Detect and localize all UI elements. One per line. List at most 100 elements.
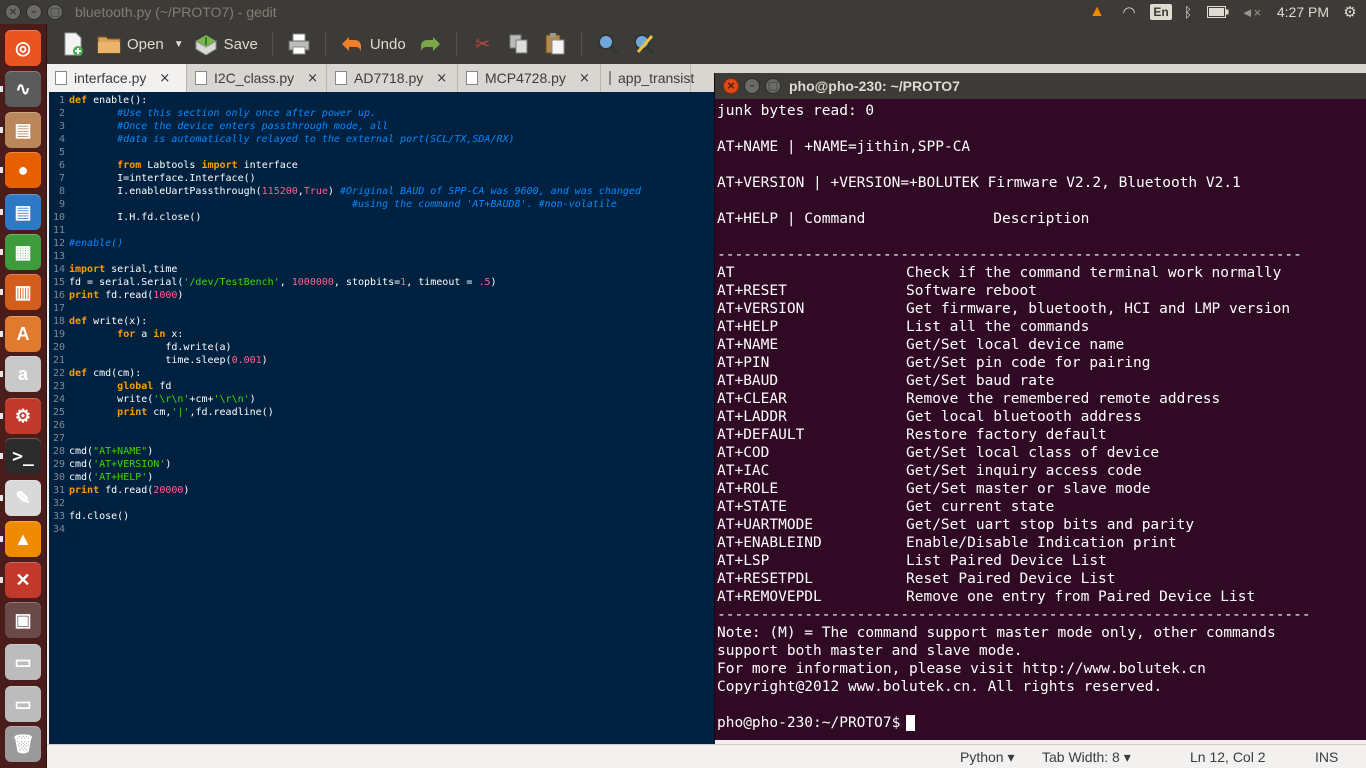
undo-button[interactable]: Undo	[334, 27, 412, 61]
find-replace-button[interactable]	[626, 27, 662, 61]
terminal-line: AT+LSP List Paired Device List	[717, 552, 1107, 570]
command-name: AT+RESET	[717, 283, 787, 299]
code-token: , stopbits=	[333, 277, 401, 288]
code-token: def	[69, 316, 88, 327]
trash-icon[interactable]: 🗑	[5, 726, 41, 762]
language-selector[interactable]: Python ▾	[960, 749, 1015, 766]
line-number: 31	[52, 485, 65, 496]
tab-3[interactable]: AD7718.py ×	[327, 64, 458, 92]
terminal-text: support both master and slave mode.	[717, 643, 1023, 659]
open-button[interactable]: Open	[91, 27, 170, 61]
code-token: '/dev/TestBench'	[183, 277, 280, 288]
terminal-output[interactable]: junk bytes read: 0 AT+NAME | +NAME=jithin…	[717, 101, 1363, 738]
cut-button[interactable]: ✂	[465, 27, 501, 61]
terminal-close-button[interactable]: ×	[723, 78, 739, 94]
vlc-tray-icon[interactable]: ▲	[1086, 0, 1108, 24]
close-tab-icon[interactable]: ×	[436, 71, 447, 86]
terminal-line: AT+HELP | Command Description	[717, 210, 1089, 228]
open-recent-dropdown[interactable]: ▼	[170, 27, 188, 61]
command-description: Get/Set inquiry access code	[906, 463, 1142, 479]
files-icon[interactable]: ▤	[5, 112, 41, 148]
code-line: 20 fd.write(a)	[49, 341, 715, 354]
close-window-button[interactable]: ×	[5, 4, 21, 20]
new-file-icon	[61, 32, 85, 56]
code-token: cmd(cm):	[87, 368, 142, 379]
drive-1-icon[interactable]: ▭	[5, 644, 41, 680]
redo-button[interactable]	[412, 27, 448, 61]
wifi-icon[interactable]: ◠	[1118, 0, 1140, 24]
expeyes-icon[interactable]: ✕	[5, 562, 41, 598]
tab-1[interactable]: interface.py ×	[47, 64, 187, 92]
launcher: ◎ ∿ ▤ ● ▤ ▦ ▥ Aa ⚙ >_ ✎ ▲ ✕ ▣ ▭ ▭ 🗑	[0, 24, 47, 768]
maximize-window-button[interactable]: □	[47, 4, 63, 20]
terminal-line: AT+VERSION Get firmware, bluetooth, HCI a…	[717, 300, 1290, 318]
code-token: #data is automatically relayed to the ex…	[117, 134, 515, 145]
line-number: 16	[52, 290, 65, 301]
running-indicator	[0, 495, 3, 501]
command-description: Restore factory default	[906, 427, 1107, 443]
line-number: 5	[58, 147, 65, 158]
terminal-window[interactable]: × – □ pho@pho-230: ~/PROTO7 junk bytes r…	[714, 73, 1366, 740]
line-number: 34	[52, 524, 65, 535]
terminal-line: AT+COD Get/Set local class of device	[717, 444, 1159, 462]
clock[interactable]: 4:27 PM	[1277, 0, 1329, 24]
tab-2[interactable]: I2C_class.py ×	[187, 64, 327, 92]
minimize-window-button[interactable]: –	[26, 4, 42, 20]
tab-width-selector[interactable]: Tab Width: 8 ▾	[1042, 749, 1131, 766]
find-button[interactable]	[590, 27, 626, 61]
battery-icon[interactable]	[1205, 0, 1231, 24]
code-token: ,fd.readline()	[189, 407, 274, 418]
drive-2-icon[interactable]: ▭	[5, 686, 41, 722]
terminal-line: support both master and slave mode.	[717, 642, 1023, 660]
terminal-line: ----------------------------------------…	[717, 606, 1311, 624]
terminal-line: AT+HELP List all the commands	[717, 318, 1089, 336]
running-indicator	[0, 209, 3, 215]
amazon-icon[interactable]: a	[5, 356, 41, 392]
toolbar-separator	[271, 31, 273, 57]
workspace-switcher-icon[interactable]: ▣	[5, 602, 41, 638]
tab-4[interactable]: MCP4728.py ×	[458, 64, 601, 92]
line-number: 8	[58, 186, 65, 197]
settings-icon[interactable]: ⚙	[5, 398, 41, 434]
line-number: 14	[52, 264, 65, 275]
print-button[interactable]	[281, 27, 317, 61]
terminal-maximize-button[interactable]: □	[765, 78, 781, 94]
terminal-line: AT+ROLE Get/Set master or slave mode	[717, 480, 1150, 498]
terminal-titlebar[interactable]: × – □ pho@pho-230: ~/PROTO7	[715, 73, 1366, 99]
tab-5[interactable]: app_transist	[601, 64, 694, 92]
code-token: 'AT+HELP'	[93, 472, 148, 483]
copy-button[interactable]	[501, 27, 537, 61]
volume-icon[interactable]: ◄×	[1240, 0, 1262, 24]
terminal-icon[interactable]: >_	[5, 438, 41, 474]
terminal-minimize-button[interactable]: –	[744, 78, 760, 94]
vlc-icon[interactable]: ▲	[5, 521, 41, 557]
code-editor[interactable]: 1 def enable(): 2 #Use this section only o…	[49, 92, 715, 744]
code-token: #enable()	[69, 238, 124, 249]
line-number: 22	[52, 368, 65, 379]
writer-icon[interactable]: ▤	[5, 194, 41, 230]
save-button[interactable]: Save	[188, 27, 264, 61]
firefox-icon[interactable]: ●	[5, 152, 41, 188]
command-name: AT+RESETPDL	[717, 571, 814, 587]
code-token: from	[117, 160, 142, 171]
system-monitor-icon[interactable]: ∿	[5, 71, 41, 107]
code-line: 1 def enable():	[49, 94, 715, 107]
ubuntu-dash-icon[interactable]: ◎	[5, 30, 41, 66]
line-number: 11	[52, 225, 65, 236]
close-tab-icon[interactable]: ×	[159, 71, 170, 86]
close-tab-icon[interactable]: ×	[579, 71, 590, 86]
new-file-button[interactable]	[55, 27, 91, 61]
bluetooth-icon[interactable]: ᛒ	[1180, 0, 1196, 24]
line-number: 18	[52, 316, 65, 327]
gear-icon[interactable]: ⚙	[1340, 0, 1360, 24]
calc-icon[interactable]: ▦	[5, 234, 41, 270]
code-line: 26	[49, 419, 715, 432]
close-tab-icon[interactable]: ×	[307, 71, 318, 86]
software-center-icon[interactable]: A	[5, 316, 41, 352]
paste-button[interactable]	[537, 27, 573, 61]
keyboard-layout-indicator[interactable]: En	[1150, 0, 1172, 24]
impress-icon[interactable]: ▥	[5, 274, 41, 310]
text-editor-icon[interactable]: ✎	[5, 480, 41, 516]
